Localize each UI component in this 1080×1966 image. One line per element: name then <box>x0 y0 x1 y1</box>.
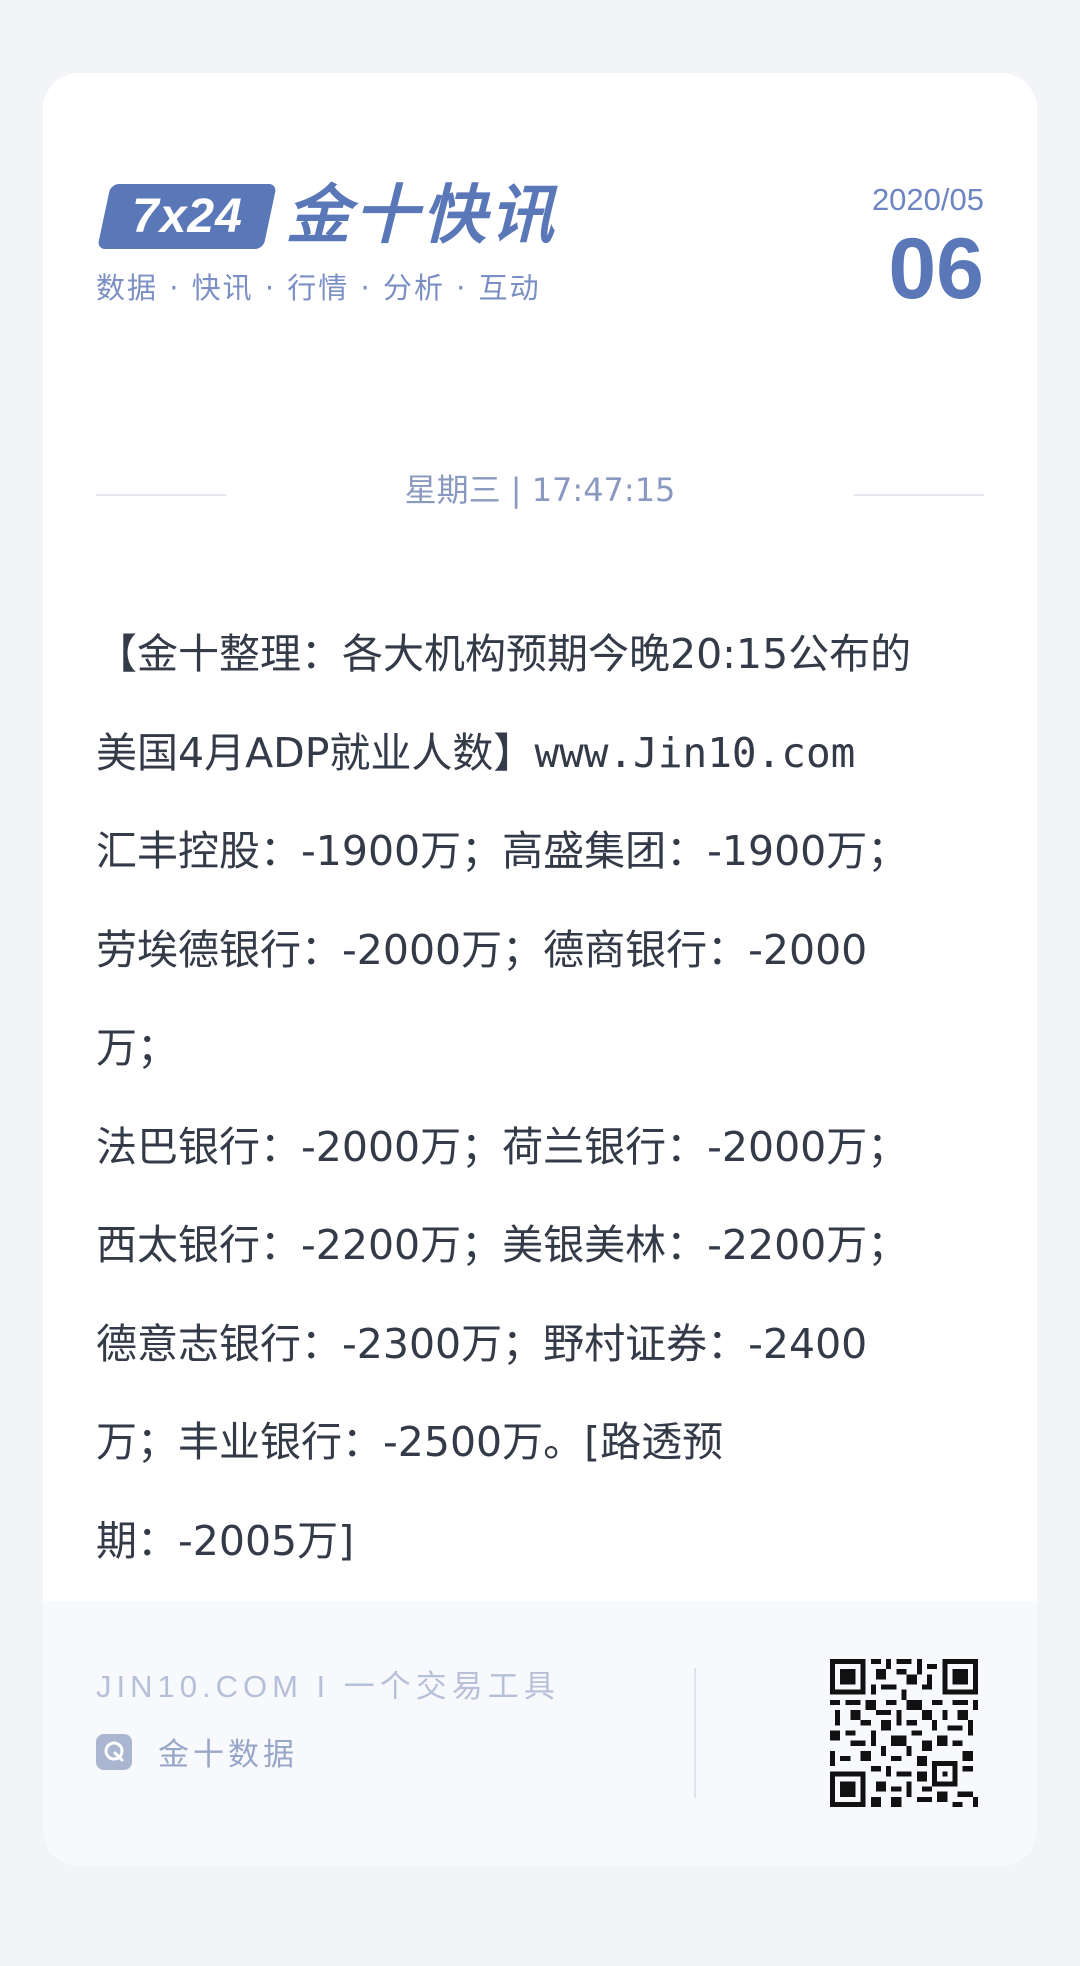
brand-name: 金十数据 <box>158 1737 298 1773</box>
date-day: 06 <box>888 221 984 317</box>
footer-divider <box>694 1668 696 1798</box>
article-line: 美国4月ADP就业人数】 <box>96 728 535 777</box>
article-line: 德意志银行：-2300万；野村证券：-2400 <box>96 1319 868 1368</box>
logo: 7x24 金十快讯 数据 · 快讯 · 行情 · 分析 · 互动 <box>96 181 558 307</box>
date-block: 2020/05 06 <box>872 181 984 319</box>
weekday-time: 星期三 | 17:47:15 <box>404 471 676 509</box>
weekday-divider: 星期三 | 17:47:15 <box>96 465 984 515</box>
article-link[interactable]: www.Jin10.com <box>534 729 855 777</box>
article-line: 期：-2005万] <box>96 1516 355 1565</box>
site-slogan: JIN10.COM I 一个交易工具 <box>96 1669 560 1704</box>
logo-badge-text: 7x24 <box>131 189 243 243</box>
qr-code-icon[interactable] <box>830 1659 978 1807</box>
logo-title: 金十快讯 <box>286 179 558 253</box>
article-line: 【金十整理：各大机构预期今晚20:15公布的 <box>96 630 912 678</box>
footer: JIN10.COM I 一个交易工具 金十数据 <box>43 1601 1037 1866</box>
article-line: 万； <box>96 1024 178 1072</box>
divider-line-right <box>854 494 984 496</box>
article-line-with-link: 美国4月ADP就业人数】www.Jin10.com <box>96 704 986 803</box>
article-body: 【金十整理：各大机构预期今晚20:15公布的 美国4月ADP就业人数】www.J… <box>96 605 986 1590</box>
tagline: 数据 · 快讯 · 行情 · 分析 · 互动 <box>96 271 541 305</box>
logo-badge: 7x24 <box>97 183 277 249</box>
news-card: 7x24 金十快讯 数据 · 快讯 · 行情 · 分析 · 互动 2020/05… <box>43 73 1037 1866</box>
article-line: 汇丰控股：-1900万；高盛集团：-1900万； <box>96 827 909 875</box>
q-logo-icon <box>96 1733 132 1770</box>
article-line: 劳埃德银行：-2000万；德商银行：-2000 <box>96 925 868 974</box>
article-line: 法巴银行：-2000万；荷兰银行：-2000万； <box>96 1122 909 1171</box>
footer-brand: 金十数据 <box>96 1729 298 1774</box>
article-line: 万；丰业银行：-2500万。[路透预 <box>96 1418 724 1466</box>
article-line: 西太银行：-2200万；美银美林：-2200万； <box>96 1221 909 1269</box>
date-year-month: 2020/05 <box>871 182 984 217</box>
